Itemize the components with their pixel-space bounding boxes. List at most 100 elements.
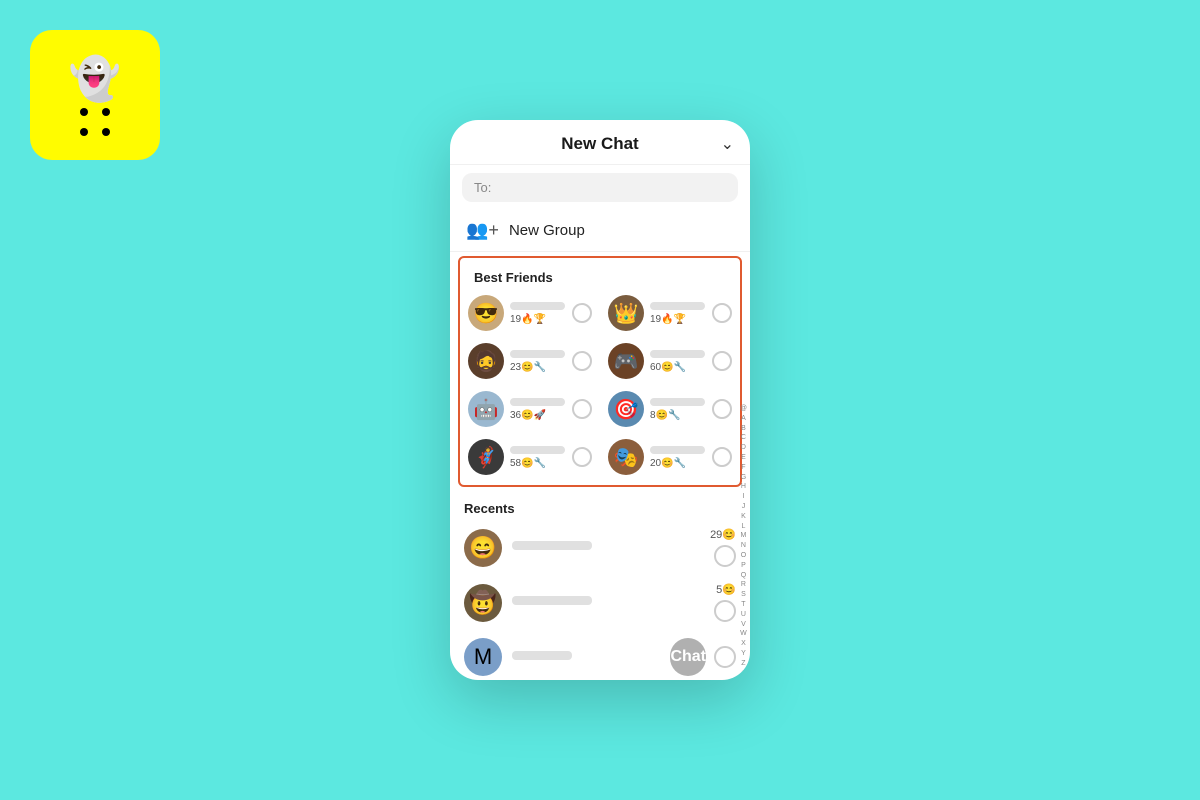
alpha-letter-X[interactable]: X [741,639,746,649]
friend-item[interactable]: 🎭 20😊🔧 [600,433,740,481]
friend-avatar: 😎 [468,295,504,331]
friend-select-circle[interactable] [572,399,592,419]
recent-score: 29😊 [710,528,736,541]
recent-right: 29😊 [710,528,736,567]
recent-avatar: M [464,638,502,676]
friend-item[interactable]: 🎯 8😊🔧 [600,385,740,433]
recent-info [512,541,710,554]
alpha-letter-M[interactable]: M [741,531,747,541]
alpha-letter-D[interactable]: D [741,443,746,453]
recent-name-bar [512,541,592,550]
friend-score: 20😊🔧 [650,458,712,469]
recents-section: Recents 😄 29😊 🤠 5😊 [450,491,750,680]
friend-select-circle[interactable] [712,351,732,371]
friend-avatar: 🤖 [468,391,504,427]
to-field[interactable]: To: [462,173,738,202]
best-friends-grid: 😎 19🔥🏆 👑 19🔥🏆 🧔 23😊🔧 🎮 [460,289,740,481]
alpha-letter-Q[interactable]: Q [741,571,746,581]
alpha-letter-W[interactable]: W [740,629,747,639]
recent-select-circle[interactable] [714,545,736,567]
friend-item[interactable]: 🦸 58😊🔧 [460,433,600,481]
recent-avatar: 🤠 [464,584,502,622]
friend-info: 58😊🔧 [510,446,572,469]
alpha-letter-H[interactable]: H [741,482,746,492]
alpha-letter-R[interactable]: R [741,580,746,590]
alpha-letter-Y[interactable]: Y [741,649,746,659]
best-friends-header: Best Friends [460,262,740,289]
recent-info [512,596,714,609]
alpha-letter-U[interactable]: U [741,610,746,620]
friend-info: 60😊🔧 [650,350,712,373]
chevron-down-icon[interactable]: ⌄ [721,134,734,154]
alpha-letter-@[interactable]: @ [740,404,747,414]
friend-select-circle[interactable] [712,303,732,323]
friend-score: 36😊🚀 [510,410,572,421]
friend-info: 8😊🔧 [650,398,712,421]
alpha-letter-G[interactable]: G [741,473,746,483]
recent-info [512,651,670,664]
friend-item[interactable]: 🤖 36😊🚀 [460,385,600,433]
recent-score: 5😊 [716,583,736,596]
alpha-letter-V[interactable]: V [741,620,746,630]
alpha-letter-P[interactable]: P [741,561,746,571]
phone-frame: New Chat ⌄ To: 👥+ New Group @ABCDEFGHIJK… [450,120,750,680]
friend-info: 19🔥🏆 [650,302,712,325]
recent-item[interactable]: 🤠 5😊 [450,575,750,630]
friend-item[interactable]: 👑 19🔥🏆 [600,289,740,337]
alpha-index: @ABCDEFGHIJKLMNOPQRSTUVWXYZ# [737,402,750,680]
friend-avatar: 🎭 [608,439,644,475]
friend-avatar: 🧔 [468,343,504,379]
recent-name-bar [512,651,572,660]
recent-item[interactable]: M Chat [450,630,750,680]
friend-item[interactable]: 😎 19🔥🏆 [460,289,600,337]
alpha-letter-#[interactable]: # [741,669,745,679]
friend-info: 23😊🔧 [510,350,572,373]
alpha-letter-T[interactable]: T [741,600,745,610]
new-group-row[interactable]: 👥+ New Group [450,210,750,252]
friend-name-bar [650,446,705,454]
friend-score: 19🔥🏆 [510,314,572,325]
alpha-letter-F[interactable]: F [741,463,745,473]
alpha-letter-I[interactable]: I [742,492,744,502]
alpha-letter-N[interactable]: N [741,541,746,551]
friend-name-bar [650,398,705,406]
chat-button[interactable]: Chat [670,638,706,676]
friend-avatar: 👑 [608,295,644,331]
alpha-letter-L[interactable]: L [741,522,745,532]
snapcode-ghost: 👻 [69,55,121,104]
recents-header: Recents [450,493,750,520]
friend-name-bar [510,350,565,358]
friend-item[interactable]: 🎮 60😊🔧 [600,337,740,385]
friend-select-circle[interactable] [572,303,592,323]
friend-score: 58😊🔧 [510,458,572,469]
alpha-letter-O[interactable]: O [741,551,746,561]
header: New Chat ⌄ [450,120,750,165]
group-icon: 👥+ [466,220,499,241]
friend-select-circle[interactable] [572,351,592,371]
friend-name-bar [650,302,705,310]
friend-score: 60😊🔧 [650,362,712,373]
alpha-letter-Z[interactable]: Z [741,659,745,669]
alpha-letter-J[interactable]: J [742,502,746,512]
alpha-letter-B[interactable]: B [741,424,746,434]
friend-select-circle[interactable] [712,447,732,467]
friend-score: 8😊🔧 [650,410,712,421]
alpha-letter-E[interactable]: E [741,453,746,463]
friend-info: 20😊🔧 [650,446,712,469]
scroll-content: @ABCDEFGHIJKLMNOPQRSTUVWXYZ# Best Friend… [450,252,750,680]
snapcode: 👻 [30,30,160,160]
friend-avatar: 🎮 [608,343,644,379]
recent-select-circle[interactable] [714,600,736,622]
friend-info: 19🔥🏆 [510,302,572,325]
recent-select-circle[interactable] [714,646,736,668]
best-friends-section: Best Friends 😎 19🔥🏆 👑 19🔥🏆 🧔 23😊🔧 [458,256,742,487]
alpha-letter-A[interactable]: A [741,414,746,424]
friend-item[interactable]: 🧔 23😊🔧 [460,337,600,385]
friend-select-circle[interactable] [572,447,592,467]
alpha-letter-K[interactable]: K [741,512,746,522]
friend-name-bar [510,446,565,454]
recent-item[interactable]: 😄 29😊 [450,520,750,575]
friend-select-circle[interactable] [712,399,732,419]
alpha-letter-C[interactable]: C [741,433,746,443]
alpha-letter-S[interactable]: S [741,590,746,600]
